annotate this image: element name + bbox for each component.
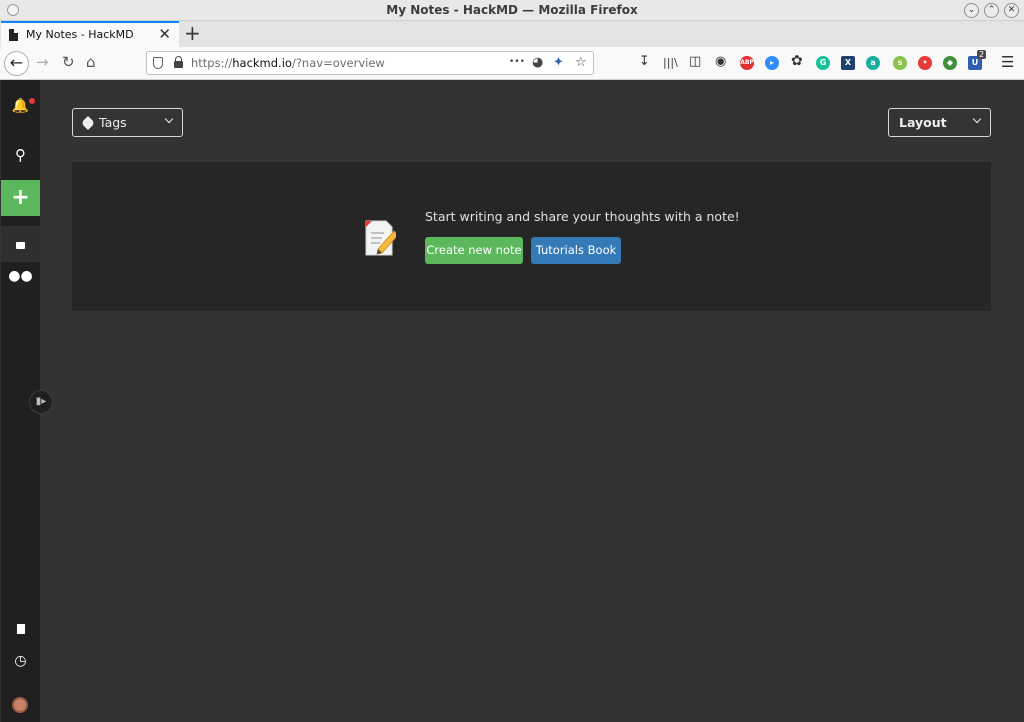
url-bar[interactable]: https://hackmd.io/?nav=overview ••• ◕ ✦ …: [146, 51, 594, 75]
tag-icon: [80, 115, 96, 131]
bell-icon: 🔔: [11, 98, 30, 114]
window-title: My Notes - HackMD — Mozilla Firefox: [386, 3, 638, 17]
extension-page-icon[interactable]: ✦: [553, 55, 564, 70]
amazon-assistant-icon[interactable]: a: [866, 56, 880, 70]
document-icon: [9, 29, 18, 41]
abp-icon[interactable]: ABP: [740, 56, 754, 70]
account-icon[interactable]: ◉: [715, 54, 726, 69]
avatar[interactable]: [12, 697, 28, 713]
my-notes-button[interactable]: [1, 226, 40, 262]
tags-dropdown[interactable]: Tags: [72, 108, 183, 137]
globe-ext-icon[interactable]: ◆: [943, 56, 957, 70]
page-actions-icon[interactable]: •••: [509, 57, 525, 67]
tab-label: My Notes - HackMD: [26, 28, 134, 41]
tags-dropdown-label: Tags: [99, 115, 127, 130]
bookmark-icon: [16, 624, 25, 634]
close-window-icon[interactable]: ✕: [1004, 3, 1019, 18]
pocket-icon[interactable]: ◕: [532, 55, 543, 70]
bookmark-star-icon[interactable]: ☆: [575, 55, 587, 70]
chevron-down-icon: [972, 114, 982, 124]
notifications-button[interactable]: 🔔: [1, 88, 40, 124]
users-icon: ●●: [8, 268, 33, 284]
sidebar-toggle-icon[interactable]: ◫: [689, 54, 701, 69]
library-icon[interactable]: |||\: [663, 56, 678, 69]
window-titlebar: My Notes - HackMD — Mozilla Firefox ⌄ ⌃ …: [0, 0, 1024, 21]
layout-dropdown[interactable]: Layout: [888, 108, 991, 137]
create-new-note-button[interactable]: Create new note: [425, 237, 523, 264]
minimize-icon[interactable]: ⌄: [964, 3, 979, 18]
greasemonkey-icon[interactable]: s: [893, 56, 907, 70]
history-button[interactable]: ◷: [1, 643, 40, 679]
reload-button[interactable]: ↻: [62, 54, 75, 71]
layout-dropdown-label: Layout: [899, 115, 947, 130]
search-icon: ⚲: [15, 146, 26, 164]
downloads-icon[interactable]: ↧: [639, 54, 650, 69]
ublock-badge: 2: [977, 50, 987, 59]
lock-icon: [16, 242, 25, 249]
github-icon[interactable]: ✿: [791, 53, 803, 69]
navigation-toolbar: ← → ↻ ⌂ https://hackmd.io/?nav=overview …: [0, 47, 1024, 80]
url-path: /?nav=overview: [291, 56, 385, 70]
forward-button[interactable]: →: [36, 54, 49, 71]
empty-state-message: Start writing and share your thoughts wi…: [425, 209, 740, 224]
bookmarks-button[interactable]: [1, 611, 40, 647]
url-host: hackmd.io: [232, 56, 292, 70]
url-prefix: https://: [191, 56, 233, 70]
collapse-icon: ▮▸: [35, 396, 47, 407]
xmarks-icon[interactable]: X: [841, 56, 855, 70]
grammarly-icon[interactable]: G: [816, 56, 830, 70]
new-note-button[interactable]: +: [1, 180, 40, 216]
back-button[interactable]: ←: [4, 51, 29, 76]
tutorials-book-button[interactable]: Tutorials Book: [531, 237, 621, 264]
sidebar-collapse-toggle[interactable]: ▮▸: [29, 390, 53, 414]
lock-icon[interactable]: [174, 56, 183, 68]
menu-icon[interactable]: ☰: [1001, 53, 1014, 71]
note-pencil-icon: [365, 220, 396, 256]
tab-my-notes[interactable]: My Notes - HackMD ✕: [1, 21, 179, 47]
clock-icon: ◷: [14, 653, 27, 669]
maximize-icon[interactable]: ⌃: [984, 3, 999, 18]
chevron-down-icon: [164, 114, 174, 124]
tracking-protection-icon[interactable]: [153, 57, 163, 69]
search-button[interactable]: ⚲: [1, 137, 40, 173]
teams-button[interactable]: ●●: [1, 258, 40, 294]
empty-notes-panel: Start writing and share your thoughts wi…: [72, 162, 991, 311]
url-text[interactable]: https://hackmd.io/?nav=overview: [191, 56, 385, 70]
tab-close-icon[interactable]: ✕: [158, 25, 171, 43]
tab-strip: My Notes - HackMD ✕ +: [0, 21, 1024, 47]
new-tab-button[interactable]: +: [184, 21, 201, 45]
home-button[interactable]: ⌂: [86, 54, 96, 71]
lastpass-icon[interactable]: •: [918, 56, 932, 70]
zoom-icon[interactable]: ▸: [765, 56, 779, 70]
notification-badge: [29, 98, 35, 104]
plus-icon: +: [11, 185, 30, 210]
